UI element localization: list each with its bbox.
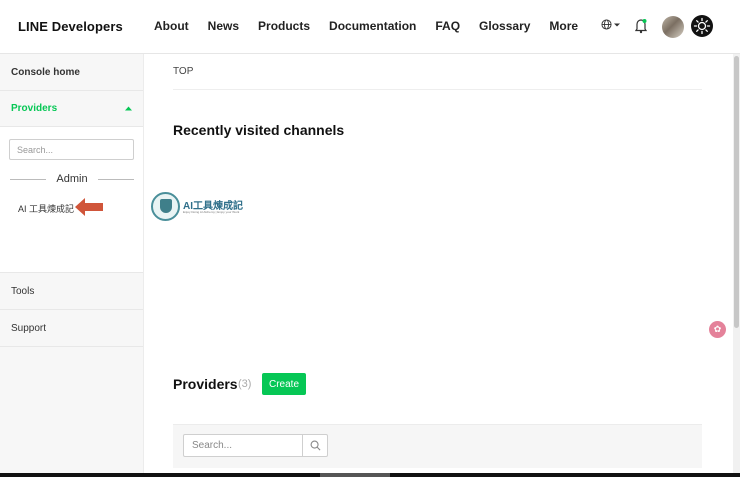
nav-news[interactable]: News: [208, 19, 239, 33]
language-selector[interactable]: [601, 19, 620, 30]
sidebar-item-providers[interactable]: Providers: [0, 90, 143, 127]
sidebar-item-label: Providers: [11, 102, 58, 114]
search-button[interactable]: [302, 434, 328, 457]
nav-glossary[interactable]: Glossary: [479, 19, 530, 33]
scrollbar-thumb[interactable]: [734, 56, 739, 328]
recent-channel-card[interactable]: AI工具煉成記 Enjoy Doing AI Alchemy | Enjoy y…: [151, 192, 247, 222]
admin-label: Admin: [56, 173, 88, 185]
nav-products[interactable]: Products: [258, 19, 310, 33]
sidebar-item-label: Support: [11, 322, 47, 334]
sidebar-item-label: Tools: [11, 285, 35, 297]
theme-toggle[interactable]: [691, 15, 713, 37]
recent-channels-title: Recently visited channels: [173, 122, 345, 138]
provider-search-input[interactable]: Search...: [9, 139, 134, 160]
globe-icon: [601, 19, 612, 30]
bell-icon[interactable]: [634, 18, 648, 34]
divider-line: [10, 178, 47, 180]
chevron-up-icon: [125, 106, 132, 110]
main-nav: About News Products Documentation FAQ Gl…: [154, 19, 578, 33]
nav-about[interactable]: About: [154, 19, 189, 33]
sidebar-item-tools[interactable]: Tools: [0, 273, 143, 310]
nav-faq[interactable]: FAQ: [435, 19, 460, 33]
admin-divider: Admin: [10, 173, 134, 185]
provider-filter-input[interactable]: Search...: [183, 434, 303, 457]
bottom-taskbar: [0, 473, 740, 477]
channel-tagline: Enjoy Doing AI Alchemy | Enjoy your Work: [183, 210, 240, 214]
sun-icon: [693, 17, 711, 35]
top-header: LINE Developers About News Products Docu…: [0, 0, 740, 54]
sidebar-item-support[interactable]: Support: [0, 310, 143, 347]
sidebar-provider-item[interactable]: AI 工具煉成記: [18, 202, 74, 215]
divider: [173, 89, 702, 90]
sidebar: Console home Providers Search... Admin A…: [0, 54, 144, 477]
site-logo[interactable]: LINE Developers: [18, 19, 123, 34]
sidebar-item-console-home[interactable]: Console home: [0, 54, 143, 91]
user-avatar[interactable]: [662, 16, 684, 38]
sidebar-item-label: Console home: [11, 66, 80, 78]
breadcrumb[interactable]: TOP: [173, 66, 193, 77]
providers-panel: Search... Admin AI 工具煉成記: [0, 127, 143, 273]
nav-documentation[interactable]: Documentation: [329, 19, 416, 33]
caret-down-icon: [614, 23, 620, 26]
providers-count: (3): [238, 378, 252, 390]
floating-assistant-icon[interactable]: ✿: [709, 321, 726, 338]
providers-title: Providers: [173, 376, 238, 392]
annotation-arrow-icon: [75, 198, 103, 216]
search-icon: [310, 440, 320, 451]
divider-line: [97, 178, 134, 180]
nav-more[interactable]: More: [549, 19, 578, 33]
create-provider-button[interactable]: Create: [262, 373, 306, 395]
channel-logo-icon: [151, 192, 180, 221]
